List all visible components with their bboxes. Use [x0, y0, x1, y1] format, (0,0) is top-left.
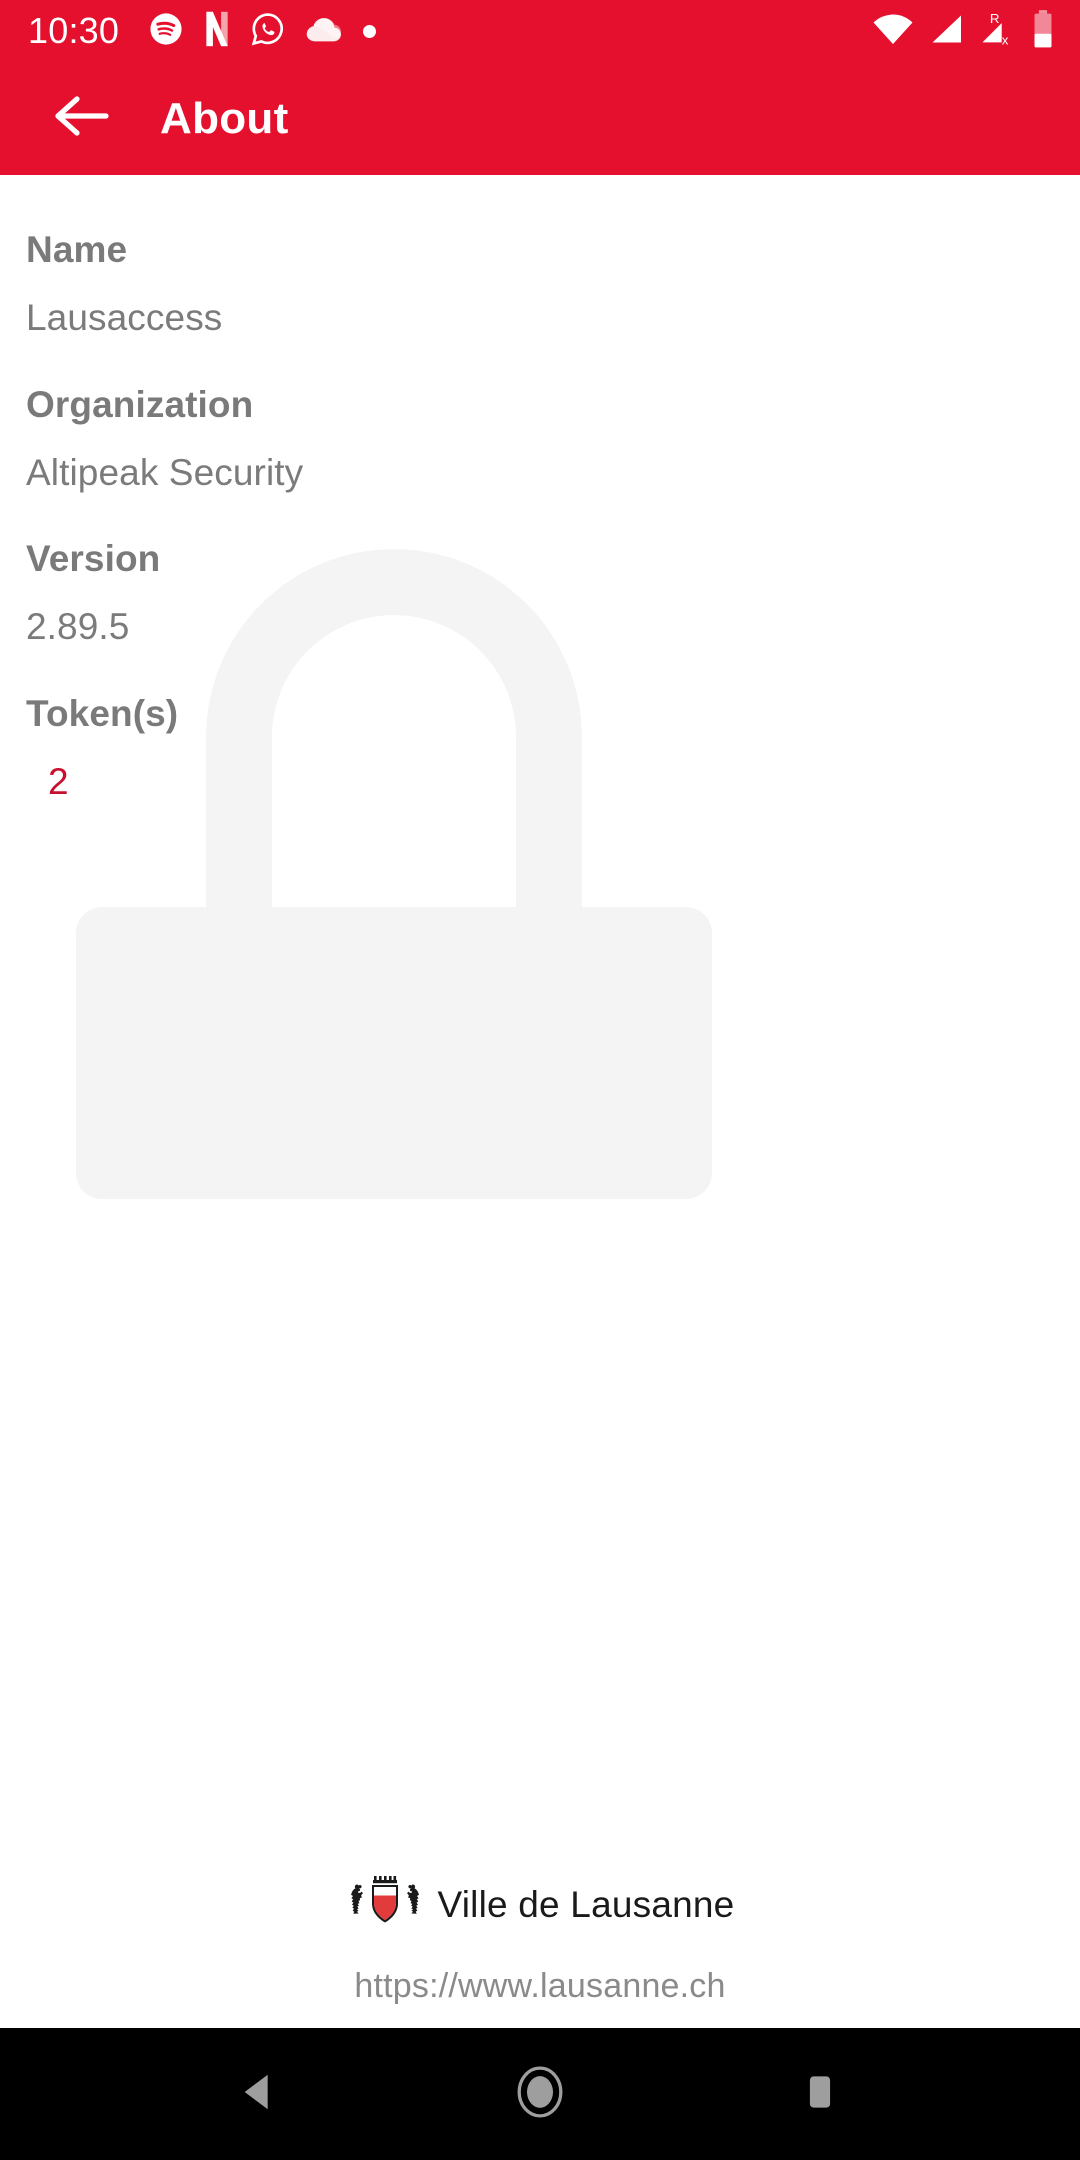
status-bar-notification-icons: [149, 11, 377, 52]
about-content: Name Lausaccess Organization Altipeak Se…: [0, 175, 1080, 2028]
info-label-tokens: Token(s): [26, 692, 179, 734]
nav-recents-button[interactable]: [760, 2034, 880, 2154]
dot-indicator-icon: [363, 24, 377, 38]
arrow-left-icon: [52, 92, 112, 145]
lausanne-coat-of-arms-icon: [346, 1874, 424, 1935]
nav-home-button[interactable]: [480, 2034, 600, 2154]
recents-square-icon: [798, 2070, 842, 2119]
status-bar: 10:30 R x: [0, 0, 1080, 62]
info-block-name: Name Lausaccess: [26, 227, 1080, 342]
phone-screen: 10:30 R x About Name Lausaccess Organiza…: [0, 0, 1080, 2160]
spotify-icon: [149, 12, 183, 51]
info-label-organization: Organization: [26, 383, 254, 425]
page-title: About: [160, 93, 289, 143]
roaming-no-service-icon: R x: [978, 11, 1018, 52]
brand-name: Ville de Lausanne: [437, 1883, 735, 1925]
info-list: Name Lausaccess Organization Altipeak Se…: [0, 175, 1080, 803]
status-bar-clock: 10:30: [28, 10, 120, 51]
footer: Ville de Lausanne https://www.lausanne.c…: [0, 1874, 1080, 2006]
website-url[interactable]: https://www.lausanne.ch: [354, 1967, 725, 2006]
back-triangle-icon: [237, 2069, 283, 2120]
battery-icon: [1032, 9, 1054, 53]
info-block-tokens: Token(s) 2: [26, 691, 1080, 803]
weather-cloud-icon: [305, 14, 343, 49]
info-value-tokens: 2: [48, 760, 69, 802]
info-block-organization: Organization Altipeak Security: [26, 382, 1080, 497]
wifi-icon: [872, 13, 914, 50]
info-label-version: Version: [26, 538, 161, 579]
svg-text:R: R: [990, 11, 1000, 26]
app-bar: About: [0, 62, 1080, 175]
status-bar-system-icons: R x: [872, 9, 1054, 53]
info-block-version: Version 2.89.5: [26, 536, 1080, 651]
svg-text:x: x: [1002, 32, 1009, 46]
whatsapp-icon: [251, 12, 285, 51]
brand-row: Ville de Lausanne: [346, 1874, 735, 1935]
info-value-name: Lausaccess: [26, 297, 223, 339]
home-circle-icon: [514, 2066, 566, 2123]
signal-icon: [928, 13, 964, 50]
back-button[interactable]: [46, 83, 118, 155]
nav-back-button[interactable]: [200, 2034, 320, 2154]
info-value-organization: Altipeak Security: [26, 451, 304, 493]
netflix-icon: [203, 11, 231, 52]
android-navigation-bar: [0, 2028, 1080, 2160]
info-label-name: Name: [26, 229, 128, 270]
info-value-version: 2.89.5: [26, 606, 130, 648]
